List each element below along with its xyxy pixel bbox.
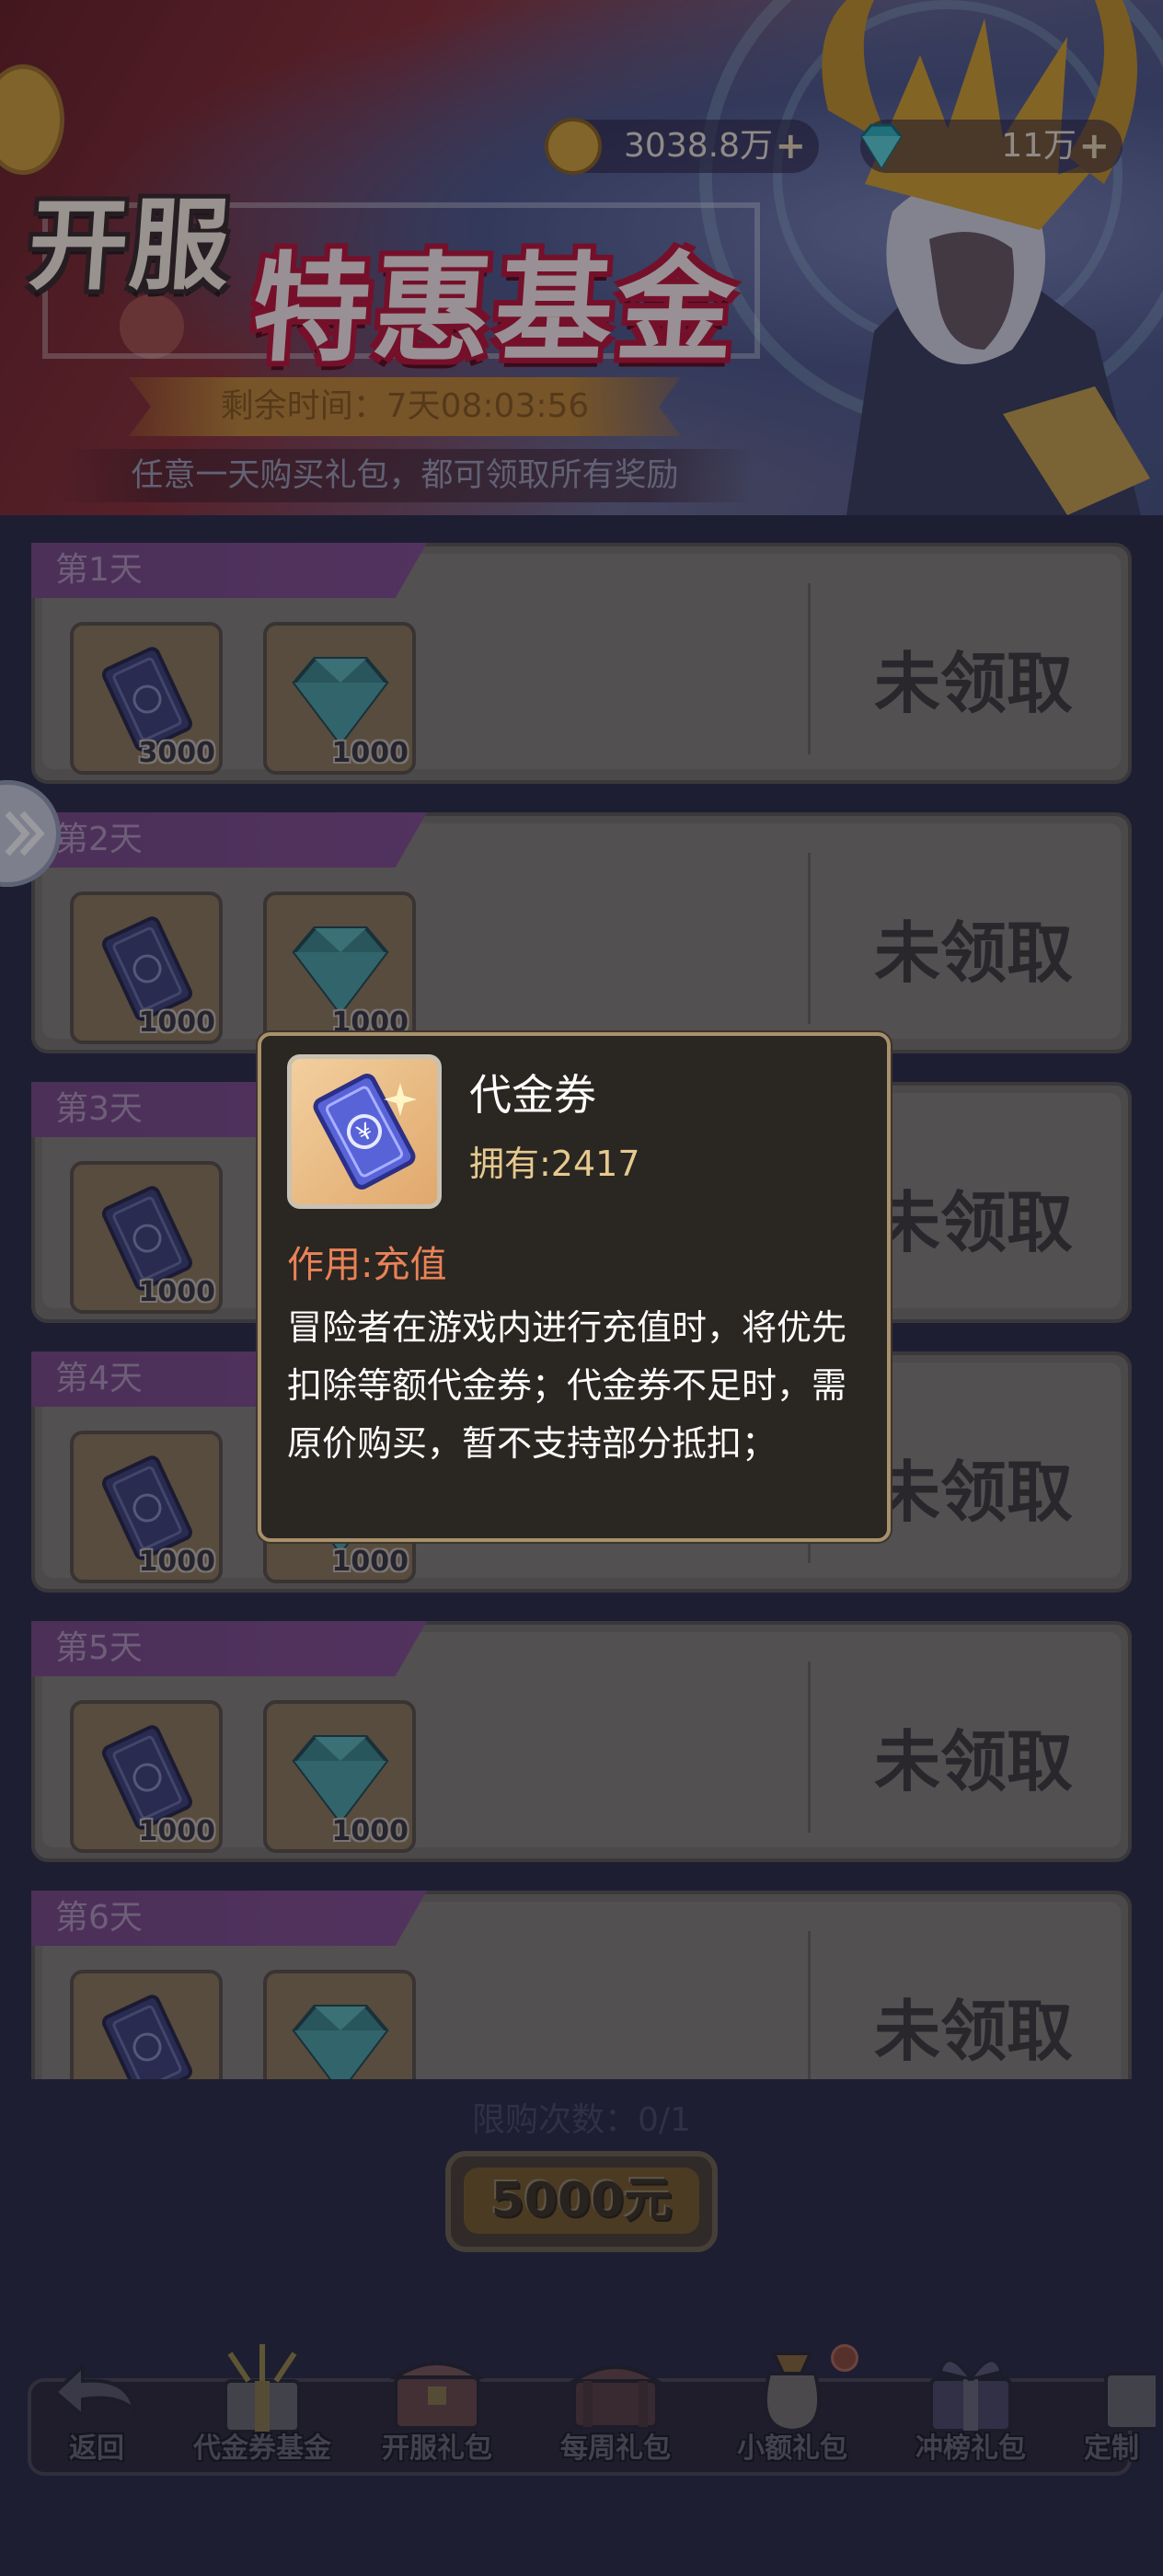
tooltip-item-frame: ¥ — [287, 1054, 442, 1209]
reward-item[interactable]: 1000 — [70, 1161, 223, 1314]
event-subtitle: 任意一天购买礼包，都可领取所有奖励 — [55, 449, 754, 502]
reward-item[interactable]: 1000 — [70, 1431, 223, 1583]
nav-tab-launch-pack[interactable]: 开服礼包 — [368, 2337, 506, 2475]
day-card: 第5天 1000 1000 未领取 — [31, 1621, 1132, 1862]
reward-item[interactable]: 1000 — [263, 622, 416, 775]
reward-quantity: 1000 — [138, 1006, 216, 1039]
nav-tab-label: 每周礼包 — [560, 2432, 671, 2465]
nav-tab-label: 代金券基金 — [193, 2432, 331, 2465]
reward-quantity: 3000 — [138, 737, 216, 769]
tooltip-owned-count: 拥有:2417 — [469, 1144, 640, 1184]
reward-quantity: 1000 — [331, 737, 409, 769]
nav-tab-label: 冲榜礼包 — [915, 2432, 1026, 2465]
day-label: 第2天 — [31, 812, 427, 868]
nav-tab-custom-pack[interactable]: 定制 — [1067, 2337, 1163, 2475]
title-fund: 特惠基金 — [247, 241, 743, 378]
back-button[interactable]: 返回 — [28, 2337, 166, 2475]
day-label: 第6天 — [31, 1891, 427, 1946]
coin-decoration — [0, 64, 64, 175]
claim-status[interactable]: 未领取 — [845, 899, 1102, 995]
card-divider — [808, 1662, 811, 1833]
purchase-limit: 限购次数：0/1 — [472, 2101, 691, 2139]
nav-tab-voucher-fund[interactable]: 代金券基金 — [193, 2337, 331, 2475]
gem-amount: 11万 — [1001, 127, 1077, 165]
chest-icon — [389, 2362, 485, 2430]
buy-button[interactable]: 5000元 — [445, 2151, 718, 2252]
remaining-time: 剩余时间：7天08:03:56 — [129, 377, 681, 436]
hero-character-illustration — [822, 0, 1150, 515]
reward-quantity: 1000 — [138, 1276, 216, 1308]
add-gem-icon[interactable]: + — [1078, 120, 1110, 173]
gold-amount: 3038.8万 — [624, 127, 773, 165]
claim-status[interactable]: 未领取 — [845, 629, 1102, 726]
nav-tab-label: 小额礼包 — [737, 2432, 847, 2465]
back-label: 返回 — [69, 2432, 124, 2465]
item-tooltip: ¥ 代金券 拥有:2417 作用:充值 冒险者在游戏内进行充值时，将优先扣除等额… — [258, 1032, 891, 1542]
reward-item[interactable]: 1000 — [263, 891, 416, 1044]
reward-item[interactable]: 1000 — [70, 1700, 223, 1853]
pack-icon — [1104, 2372, 1156, 2431]
reward-item[interactable]: 3000 — [70, 622, 223, 775]
reward-quantity: 1000 — [331, 1815, 409, 1847]
treasure-chest-icon — [568, 2365, 663, 2429]
add-gold-icon[interactable]: + — [775, 120, 806, 173]
voucher-icon: ¥ — [313, 1074, 417, 1190]
claim-status[interactable]: 未领取 — [845, 1708, 1102, 1804]
gift-icon — [929, 2359, 1012, 2432]
gold-coin-icon — [545, 118, 602, 175]
reward-quantity: 1000 — [331, 1546, 409, 1578]
claim-status[interactable]: 未领取 — [845, 1977, 1102, 2074]
diamond-icon — [292, 2005, 389, 2079]
nav-tab-ranking-pack[interactable]: 冲榜礼包 — [902, 2337, 1040, 2475]
card-divider — [808, 1931, 811, 2079]
reward-quantity: 1000 — [138, 1815, 216, 1847]
back-arrow-icon — [52, 2362, 138, 2421]
nav-tab-weekly-pack[interactable]: 每周礼包 — [547, 2337, 685, 2475]
gem-icon — [860, 123, 903, 170]
card-divider — [808, 583, 811, 754]
gold-currency[interactable]: 3038.8万 + — [545, 118, 819, 175]
tooltip-item-name: 代金券 — [469, 1070, 596, 1120]
day-label: 第5天 — [31, 1621, 427, 1676]
reward-item[interactable]: 1000 — [263, 1700, 416, 1853]
chevron-right-icon — [5, 811, 45, 857]
tooltip-usage: 作用:充值 — [287, 1244, 447, 1286]
notification-dot — [831, 2344, 858, 2372]
buy-price: 5000元 — [464, 2168, 699, 2234]
voucher-icon — [102, 1995, 192, 2079]
nav-tab-label: 定制 — [1084, 2432, 1139, 2465]
reward-item[interactable]: 1000 — [70, 891, 223, 1044]
day-label: 第1天 — [31, 543, 427, 598]
nav-tab-label: 开服礼包 — [382, 2432, 492, 2465]
card-divider — [808, 853, 811, 1024]
day-card: 第1天 3000 1000 未领取 — [31, 543, 1132, 784]
day-card: 第2天 1000 1000 未领取 — [31, 812, 1132, 1053]
reward-item[interactable] — [263, 1970, 416, 2079]
money-bag-icon — [763, 2352, 822, 2433]
tooltip-description: 冒险者在游戏内进行充值时，将优先扣除等额代金券；代金券不足时，需原价购买，暂不支… — [287, 1307, 847, 1464]
reward-item[interactable] — [70, 1970, 223, 2079]
title-main: 开服 — [24, 189, 236, 304]
day-card: 第6天未领取 — [31, 1891, 1132, 2079]
gift-box-icon — [224, 2344, 301, 2433]
reward-quantity: 1000 — [138, 1546, 216, 1578]
gem-currency[interactable]: 11万 + — [860, 120, 1123, 173]
event-banner: 3038.8万 + 11万 + 开服 特惠基金 剩余时间：7天08:03:56 … — [0, 0, 1163, 515]
